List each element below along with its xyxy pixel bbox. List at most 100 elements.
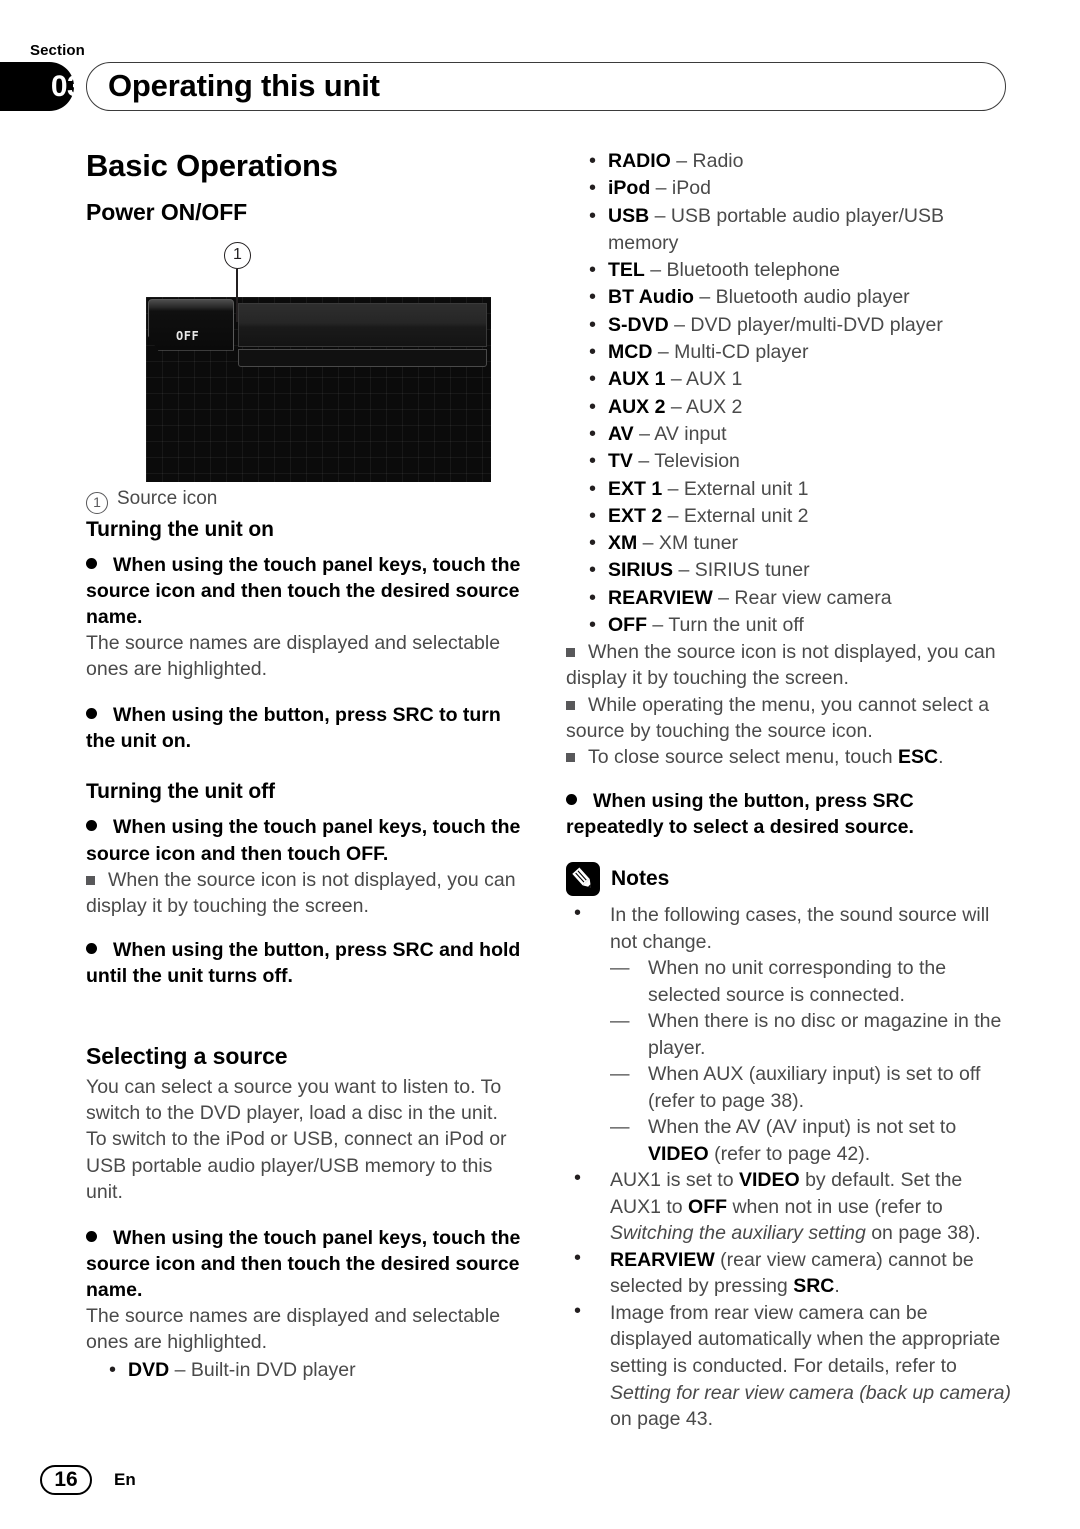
note-lead: In the following cases, the sound source… <box>610 904 990 953</box>
section-label: Section <box>30 42 85 59</box>
source-desc: – External unit 2 <box>667 504 809 527</box>
note-text: AUX1 is set to <box>610 1169 739 1192</box>
callout-leader-line <box>236 268 239 322</box>
note-text: on page 43. <box>610 1408 714 1431</box>
heading-turning-unit-off: Turning the unit off <box>86 780 275 804</box>
list-item: AV – AV input <box>566 420 1011 448</box>
source-name: EXT 2 <box>608 504 663 527</box>
source-name: OFF <box>608 614 647 637</box>
source-name: RADIO <box>608 150 671 172</box>
instruction-text: When using the button, press SRC repeate… <box>566 789 914 839</box>
note-text: on page 38). <box>865 1222 981 1245</box>
note-text: . <box>834 1275 840 1298</box>
source-desc: – AUX 1 <box>670 368 743 391</box>
source-desc: – AV input <box>639 422 727 445</box>
source-desc: – Rear view camera <box>718 586 892 609</box>
bullet-square-icon <box>566 700 575 710</box>
note-sub-list-video: When the AV (AV input) is not set to VID… <box>610 1114 1011 1167</box>
page-number: 16 <box>40 1465 92 1495</box>
note-sub-text-tail: (refer to page 42). <box>708 1142 871 1165</box>
note-sub-item: When AUX (auxiliary input) is set to off… <box>610 1061 1011 1114</box>
list-item: S-DVD – DVD player/multi-DVD player <box>566 311 1011 339</box>
value-off: OFF <box>688 1195 728 1218</box>
list-item: REARVIEW – Rear view camera <box>566 584 1011 612</box>
source-desc: – Television <box>638 450 740 473</box>
bullet-dot-icon <box>566 793 577 805</box>
instruction-button-src-on: When using the button, press SRC to turn… <box>86 702 522 754</box>
instruction-button-src-repeat: When using the button, press SRC repeate… <box>566 788 1011 840</box>
notes-header: Notes <box>566 862 1011 897</box>
instruction-text: When using the touch panel keys, touch t… <box>86 1226 521 1302</box>
list-item: TEL – Bluetooth telephone <box>566 256 1011 284</box>
right-column: RADIO – RadioiPod – iPodUSB – USB portab… <box>566 147 1011 1433</box>
list-item: SIRIUS – SIRIUS tuner <box>566 556 1011 584</box>
caption-marker-1: 1 <box>86 491 108 514</box>
source-name: BT Audio <box>608 286 694 309</box>
source-desc: – USB portable audio player/USB memory <box>608 204 945 254</box>
source-name: USB <box>608 204 650 227</box>
instruction-touch-panel-on: When using the touch panel keys, touch t… <box>86 552 522 630</box>
source-name: XM <box>608 532 638 555</box>
instruction-text: When using the button, press SRC to turn… <box>86 704 501 753</box>
callout-marker-1: 1 <box>224 241 251 269</box>
instruction-touch-panel-select: When using the touch panel keys, touch t… <box>86 1225 522 1303</box>
note-close-source-menu: To close source select menu, touch ESC. <box>566 744 1011 770</box>
note-sub-item: When the AV (AV input) is not set to VID… <box>610 1114 1011 1167</box>
list-item: DVD – Built-in DVD player <box>86 1356 522 1384</box>
source-name: AV <box>608 422 634 445</box>
cross-ref-switching-auxiliary: Switching the auxiliary setting <box>610 1222 866 1245</box>
source-desc: – Multi-CD player <box>657 341 809 364</box>
caption-text: Source icon <box>117 487 218 509</box>
note-item-rearview-auto: Image from rear view camera can be displ… <box>566 1298 1011 1433</box>
bullet-dot-icon <box>86 820 97 832</box>
note-text-tail: . <box>938 745 944 768</box>
source-name: TV <box>608 450 633 473</box>
bullet-dot-icon <box>86 1230 97 1242</box>
list-item: USB – USB portable audio player/USB memo… <box>566 202 1011 258</box>
device-screen: OFF <box>146 296 491 482</box>
source-name: TEL <box>608 259 645 282</box>
body-selecting-a-source: You can select a source you want to list… <box>86 1076 507 1203</box>
heading-basic-operations: Basic Operations <box>86 148 338 183</box>
source-list-right: RADIO – RadioiPod – iPodUSB – USB portab… <box>566 147 1011 639</box>
instruction-touch-panel-off: When using the touch panel keys, touch t… <box>86 814 522 866</box>
source-name: REARVIEW <box>608 586 713 609</box>
note-text: When the source icon is not displayed, y… <box>86 868 516 917</box>
source-desc: – Radio <box>676 150 744 172</box>
note-sub-list: When no unit corresponding to the select… <box>610 955 1011 1114</box>
source-desc: – AUX 2 <box>670 395 743 418</box>
page-title: Operating this unit <box>108 68 380 103</box>
bullet-dot-icon <box>86 557 97 569</box>
note-source-icon-hidden-right: When the source icon is not displayed, y… <box>566 639 1011 691</box>
bullet-dot-icon <box>86 708 97 720</box>
device-title-bar <box>238 302 487 347</box>
source-desc: – SIRIUS tuner <box>678 559 810 582</box>
note-text: To close source select menu, touch <box>588 745 898 768</box>
source-icon-tab[interactable] <box>148 298 234 351</box>
note-source-names-select: The source names are displayed and selec… <box>86 1305 501 1354</box>
notes-label: Notes <box>611 867 670 891</box>
list-item: EXT 1 – External unit 1 <box>566 475 1011 503</box>
source-name: SIRIUS <box>608 559 674 582</box>
list-item: AUX 2 – AUX 2 <box>566 393 1011 421</box>
source-desc: – Bluetooth audio player <box>699 286 910 309</box>
note-item-sound-source: In the following cases, the sound source… <box>566 900 1011 1167</box>
list-item: EXT 2 – External unit 2 <box>566 502 1011 530</box>
instruction-text: When using the touch panel keys, touch t… <box>86 553 521 628</box>
value-rearview: REARVIEW <box>610 1248 715 1271</box>
list-item: AUX 1 – AUX 1 <box>566 365 1011 393</box>
source-icon-label: OFF <box>176 328 200 343</box>
cross-ref-rear-view-camera: Setting for rear view camera (back up ca… <box>610 1381 1011 1404</box>
heading-selecting-a-source: Selecting a source <box>86 1043 288 1070</box>
note-item-rearview-src: REARVIEW (rear view camera) cannot be se… <box>566 1245 1011 1300</box>
source-desc: – Turn the unit off <box>652 614 804 637</box>
note-text: Image from rear view camera can be displ… <box>610 1301 1001 1377</box>
heading-turning-unit-on: Turning the unit on <box>86 517 274 541</box>
source-desc: – Bluetooth telephone <box>650 259 841 282</box>
source-desc: – XM tuner <box>642 532 739 555</box>
instruction-text: When using the button, press SRC and hol… <box>86 938 521 988</box>
list-item: RADIO – Radio <box>566 147 1011 175</box>
page-footer: 16 En <box>40 1465 136 1495</box>
language-code: En <box>114 1470 136 1489</box>
note-text: While operating the menu, you cannot sel… <box>566 693 990 742</box>
